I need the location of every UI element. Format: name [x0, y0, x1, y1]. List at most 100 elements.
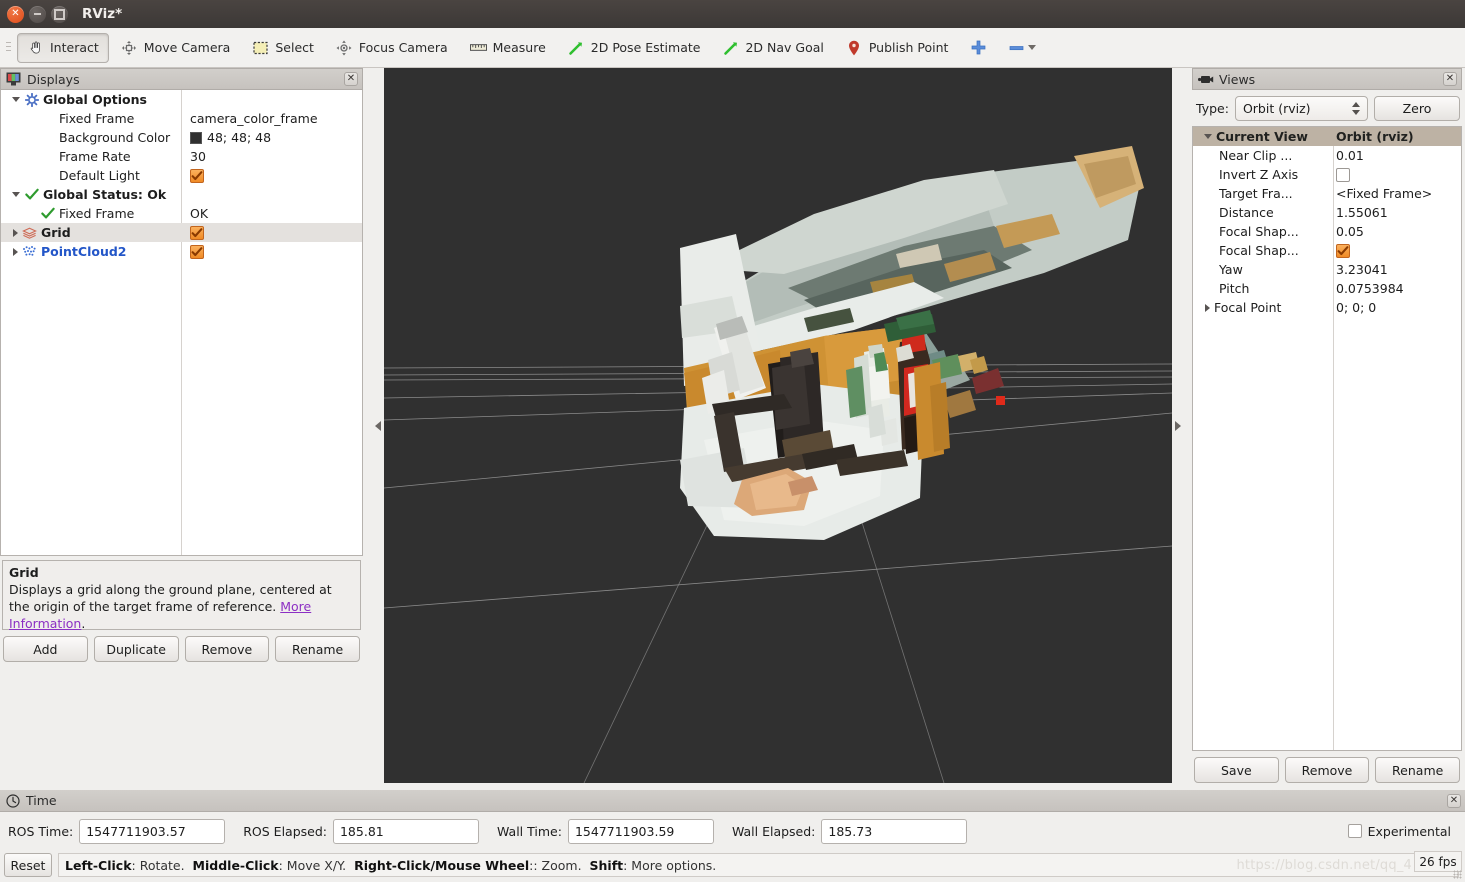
displays-tree-row[interactable]: Global Options	[1, 90, 362, 109]
displays-tree[interactable]: Global Options Fixed Frame camera_color_fr…	[0, 90, 363, 556]
views-tree-row[interactable]: Near Clip ... 0.01	[1193, 146, 1461, 165]
views-tree-header[interactable]: Current View Orbit (rviz)	[1193, 127, 1461, 146]
row-label: Focal Point	[1214, 300, 1282, 315]
tool-interact[interactable]: Interact	[17, 32, 109, 63]
views-panel: Views ✕ Type: Orbit (rviz) Zero Current …	[1192, 68, 1462, 783]
view-type-select[interactable]: Orbit (rviz)	[1234, 96, 1368, 121]
row-value-cell[interactable]	[1333, 243, 1461, 258]
close-icon[interactable]: ✕	[7, 5, 24, 23]
minimize-icon[interactable]	[29, 5, 46, 23]
row-value-cell[interactable]: 48; 48; 48	[181, 130, 362, 145]
save-button[interactable]: Save	[1194, 757, 1279, 783]
duplicate-button[interactable]: Duplicate	[93, 636, 179, 662]
views-tree-row[interactable]: Focal Shap... 0.05	[1193, 222, 1461, 241]
chevron-down-icon[interactable]	[12, 192, 20, 197]
row-value-cell[interactable]: 0.01	[1333, 148, 1461, 163]
displays-tree-row[interactable]: Background Color 48; 48; 48	[1, 128, 362, 147]
left-splitter-handle[interactable]	[372, 68, 384, 783]
row-label: Fixed Frame	[59, 111, 135, 126]
displays-tree-row[interactable]: Fixed Frame OK	[1, 204, 362, 223]
row-value-cell[interactable]: 1.55061	[1333, 205, 1461, 220]
views-tree-row[interactable]: Target Fra... <Fixed Frame>	[1193, 184, 1461, 203]
displays-tree-row[interactable]: Default Light	[1, 166, 362, 185]
chevron-right-icon[interactable]	[1205, 303, 1210, 312]
row-value-cell[interactable]: 3.23041	[1333, 262, 1461, 277]
row-value-cell[interactable]: OK	[181, 206, 362, 221]
tool-2d-pose-estimate[interactable]: 2D Pose Estimate	[558, 33, 711, 63]
close-icon[interactable]: ✕	[1447, 793, 1461, 808]
enabled-checkbox[interactable]	[190, 225, 204, 240]
ros-time-group: ROS Time: 1547711903.57	[8, 818, 226, 844]
window-titlebar: ✕ RViz*	[0, 0, 1465, 28]
row-value-cell[interactable]: 0.0753984	[1333, 281, 1461, 296]
cell-value: 48; 48; 48	[207, 130, 272, 145]
wall-elapsed-input[interactable]: 185.73	[821, 818, 968, 844]
color-swatch[interactable]	[190, 131, 202, 144]
row-label: Background Color	[59, 130, 171, 145]
displays-tree-row[interactable]: Fixed Frame camera_color_frame	[1, 109, 362, 128]
resize-grip[interactable]	[1453, 870, 1462, 879]
remove-tool-button[interactable]	[999, 33, 1045, 63]
experimental-label: Experimental	[1367, 823, 1451, 839]
wall-time-input[interactable]: 1547711903.59	[567, 818, 714, 844]
views-tree-row[interactable]: Pitch 0.0753984	[1193, 279, 1461, 298]
enabled-checkbox[interactable]	[1336, 167, 1350, 182]
views-tree-row[interactable]: Yaw 3.23041	[1193, 260, 1461, 279]
3d-render-viewport[interactable]	[384, 68, 1172, 783]
row-value-cell[interactable]: 30	[181, 149, 362, 164]
enabled-checkbox[interactable]	[190, 244, 204, 259]
views-tree-row[interactable]: Distance 1.55061	[1193, 203, 1461, 222]
spinner-arrows-icon[interactable]	[1352, 102, 1363, 115]
toolbar-grip[interactable]	[4, 36, 13, 59]
chevron-down-icon[interactable]	[12, 97, 20, 102]
chevron-right-icon[interactable]	[13, 228, 18, 237]
views-tree[interactable]: Current View Orbit (rviz) Near Clip ... 0.0…	[1192, 126, 1462, 751]
close-icon[interactable]: ✕	[1443, 72, 1457, 86]
rename-button[interactable]: Rename	[275, 636, 360, 662]
remove-button[interactable]: Remove	[184, 636, 270, 662]
enabled-checkbox[interactable]	[190, 168, 204, 183]
displays-tree-row[interactable]: PointCloud2	[1, 242, 362, 261]
chevron-right-icon[interactable]	[13, 247, 18, 256]
add-tool-button[interactable]	[960, 33, 997, 63]
add-button[interactable]: Add	[3, 636, 88, 662]
views-tree-row[interactable]: Invert Z Axis	[1193, 165, 1461, 184]
row-value-cell[interactable]	[1333, 167, 1461, 182]
plus-icon	[970, 39, 987, 56]
remove-view-button[interactable]: Remove	[1284, 757, 1370, 783]
row-value-cell[interactable]	[181, 168, 362, 183]
tool-measure[interactable]: Measure	[460, 33, 556, 63]
header-label-cell: Current View	[1193, 127, 1333, 146]
row-label-cell: Default Light	[1, 166, 181, 185]
row-value-cell[interactable]	[181, 225, 362, 240]
row-value-cell[interactable]: 0.05	[1333, 224, 1461, 239]
views-tree-row[interactable]: Focal Shap...	[1193, 241, 1461, 260]
ros-time-input[interactable]: 1547711903.57	[79, 818, 226, 844]
close-icon[interactable]: ✕	[344, 72, 358, 86]
displays-tree-row[interactable]: Frame Rate 30	[1, 147, 362, 166]
reset-button[interactable]: Reset	[4, 853, 52, 877]
maximize-icon[interactable]	[51, 5, 68, 23]
enabled-checkbox[interactable]	[1336, 243, 1350, 258]
tool-publish-point[interactable]: Publish Point	[836, 33, 959, 63]
right-splitter-handle[interactable]	[1172, 68, 1184, 783]
tool-2d-nav-goal[interactable]: 2D Nav Goal	[712, 33, 833, 63]
row-value-cell[interactable]: camera_color_frame	[181, 111, 362, 126]
row-value-cell[interactable]	[181, 244, 362, 259]
view-type-row: Type: Orbit (rviz) Zero	[1192, 90, 1462, 126]
experimental-checkbox[interactable]	[1347, 824, 1362, 838]
tool-focus-camera[interactable]: Focus Camera	[326, 33, 458, 63]
row-value-cell[interactable]: <Fixed Frame>	[1333, 186, 1461, 201]
gear-icon	[24, 92, 39, 107]
row-value-cell[interactable]: 0; 0; 0	[1333, 300, 1461, 315]
rename-view-button[interactable]: Rename	[1375, 757, 1461, 783]
displays-tree-row[interactable]: Global Status: Ok	[1, 185, 362, 204]
tool-move-camera[interactable]: Move Camera	[111, 33, 241, 63]
tool-select[interactable]: Select	[242, 33, 324, 63]
ros-elapsed-input[interactable]: 185.81	[332, 818, 479, 844]
pointcloud-icon	[22, 244, 37, 259]
views-tree-row[interactable]: Focal Point 0; 0; 0	[1193, 298, 1461, 317]
zero-button[interactable]: Zero	[1374, 96, 1460, 121]
displays-tree-row[interactable]: Grid	[1, 223, 362, 242]
chevron-down-icon[interactable]	[1204, 134, 1212, 139]
